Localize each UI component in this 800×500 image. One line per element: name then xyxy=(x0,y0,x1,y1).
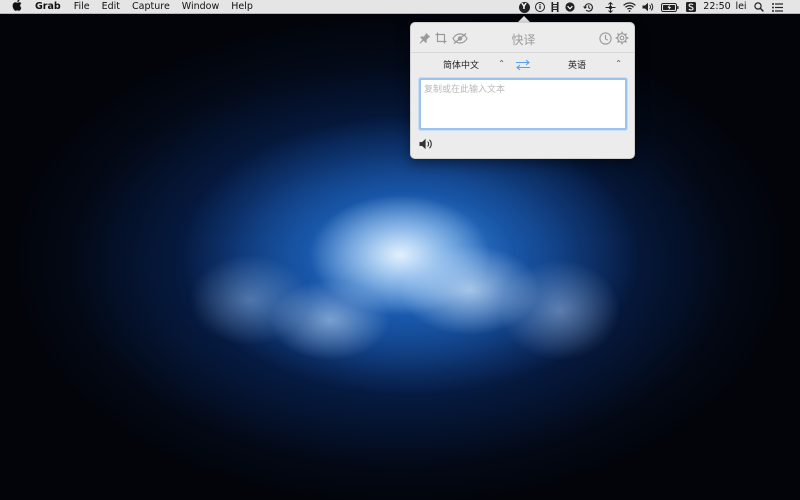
popover-divider xyxy=(411,52,634,53)
menu-help[interactable]: Help xyxy=(231,0,253,14)
info-icon[interactable]: i xyxy=(534,0,546,14)
volume-icon[interactable] xyxy=(641,0,654,14)
source-language-select[interactable]: 简体中文 ⌃ xyxy=(443,57,505,71)
search-icon[interactable] xyxy=(753,0,765,14)
menu-bar: Grab File Edit Capture Window Help Y i 2… xyxy=(0,0,800,14)
info-badge: i xyxy=(535,2,545,12)
source-language-label: 简体中文 xyxy=(443,60,480,71)
target-language-chevron-icon: ⌃ xyxy=(615,59,622,68)
youdao-icon[interactable]: Y xyxy=(518,0,530,14)
wifi-icon[interactable] xyxy=(622,0,636,14)
swap-icon[interactable] xyxy=(515,56,531,71)
battery-icon[interactable] xyxy=(661,0,679,14)
menu-window[interactable]: Window xyxy=(182,0,219,14)
youdao-badge: Y xyxy=(518,1,530,13)
menu-edit[interactable]: Edit xyxy=(102,0,120,14)
desktop-wallpaper xyxy=(0,0,800,500)
source-language-chevron-icon: ⌃ xyxy=(498,59,505,68)
history-icon[interactable] xyxy=(597,30,613,46)
menubar-clock[interactable]: 22:50 xyxy=(703,0,731,14)
time-machine-icon[interactable] xyxy=(582,0,595,14)
translate-input[interactable] xyxy=(419,78,627,130)
list-icon[interactable] xyxy=(771,0,784,14)
shield-icon[interactable] xyxy=(564,0,576,14)
gear-icon[interactable] xyxy=(614,30,630,46)
s-app-icon[interactable] xyxy=(685,0,697,14)
target-language-select[interactable]: 英语 ⌃ xyxy=(568,57,622,71)
network-icon[interactable] xyxy=(604,0,617,14)
translate-popover: 快译 简体中文 ⌃ 英语 ⌃ xyxy=(410,22,635,159)
menubar-user[interactable]: lei xyxy=(734,0,748,14)
target-language-label: 英语 xyxy=(568,60,587,71)
menu-capture[interactable]: Capture xyxy=(132,0,170,14)
speaker-icon[interactable] xyxy=(419,135,433,150)
menu-file[interactable]: File xyxy=(74,0,90,14)
apple-logo-icon[interactable] xyxy=(12,0,24,15)
menu-app-grab[interactable]: Grab xyxy=(35,0,61,14)
bars-icon[interactable] xyxy=(550,0,560,14)
